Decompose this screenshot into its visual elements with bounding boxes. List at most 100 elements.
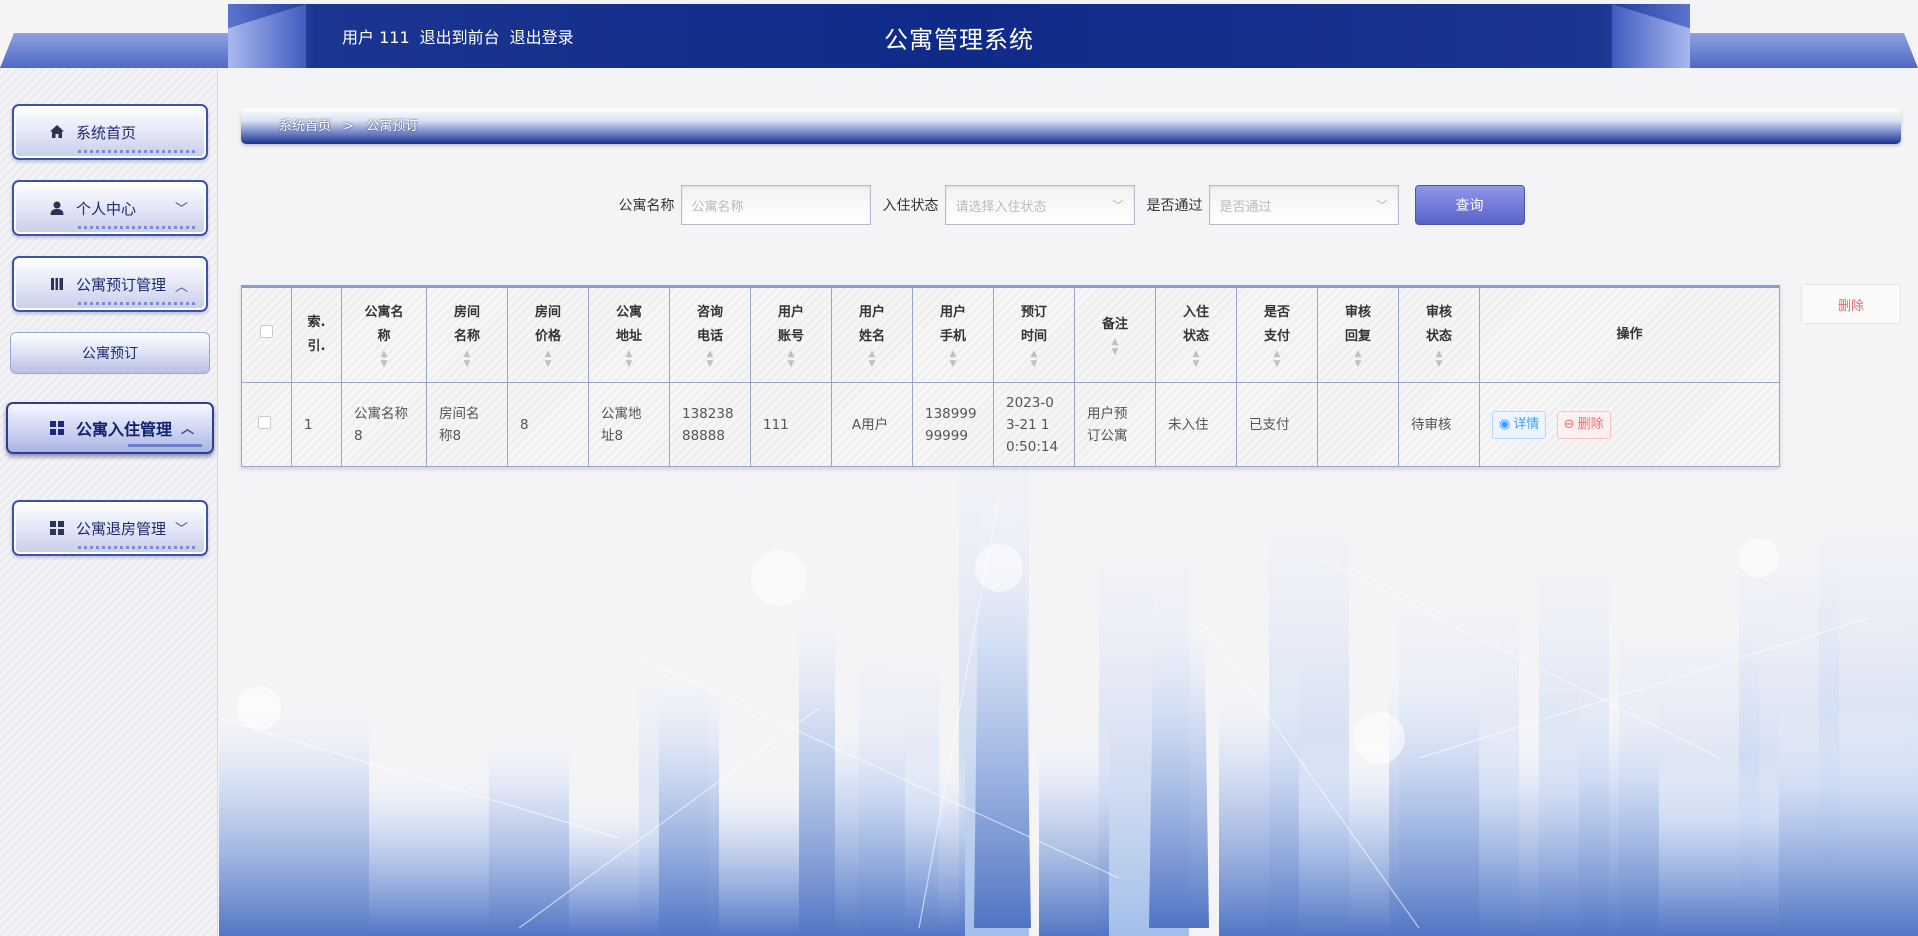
cell-line: 3-21 1 bbox=[1006, 416, 1050, 433]
column-header[interactable]: 用户 姓名 ▲ ▼ bbox=[831, 286, 913, 383]
sidebar-item-checkout-management[interactable]: 公寓退房管理 ﹀ bbox=[12, 500, 208, 556]
sort-icon[interactable]: ▲ ▼ bbox=[670, 349, 750, 369]
column-header[interactable]: 入住 状态 ▲ ▼ bbox=[1155, 286, 1237, 383]
approved-placeholder: 是否通过 bbox=[1219, 199, 1272, 215]
sort-icon[interactable]: ▲ ▼ bbox=[1237, 349, 1317, 369]
cell-apartment-name: 公寓名称 8 bbox=[341, 382, 427, 467]
column-header-line: 咨询 bbox=[696, 305, 723, 320]
column-header-line: 支付 bbox=[1263, 329, 1290, 344]
column-header[interactable]: 用户 手机 ▲ ▼ bbox=[912, 286, 994, 383]
system-title: 公寓管理系统 bbox=[884, 26, 1034, 54]
select-all-header bbox=[241, 286, 292, 383]
cell-line: 公寓名称 bbox=[354, 405, 408, 422]
cell-line: 房间名 bbox=[439, 405, 480, 422]
sort-icon[interactable]: ▲ ▼ bbox=[1075, 337, 1155, 357]
sidebar-subitem-booking[interactable]: 公寓预订 bbox=[10, 332, 210, 374]
checkin-status-select[interactable]: 请选择入住状态 ﹀ bbox=[944, 185, 1135, 225]
cell-account: 111 bbox=[750, 382, 832, 467]
sidebar-item-home[interactable]: 系统首页 bbox=[12, 104, 208, 160]
sort-icon[interactable]: ▲ ▼ bbox=[832, 349, 912, 369]
city-skyline-background bbox=[219, 468, 1918, 936]
column-header[interactable]: 是否 支付 ▲ ▼ bbox=[1236, 286, 1318, 383]
sort-icon[interactable]: ▲ ▼ bbox=[427, 349, 507, 369]
sort-icon[interactable]: ▲ ▼ bbox=[1318, 349, 1398, 369]
apartment-name-label: 公寓名称 bbox=[618, 198, 675, 214]
column-header[interactable]: 咨询 电话 ▲ ▼ bbox=[669, 286, 751, 383]
sort-icon[interactable]: ▲ ▼ bbox=[913, 349, 993, 369]
delete-button[interactable]: ⊖ 删除 bbox=[1556, 410, 1611, 439]
main-content: 系统首页 > 公寓预订 公寓名称 公寓名称 入住状态 请选择入住状态 ﹀ 是否通… bbox=[219, 68, 1918, 936]
sidebar-item-booking-management[interactable]: 公寓预订管理 ︿ bbox=[12, 256, 208, 312]
apartment-name-placeholder: 公寓名称 bbox=[691, 199, 744, 215]
cell-review-status: 待审核 bbox=[1398, 382, 1480, 467]
select-all-checkbox[interactable] bbox=[260, 325, 273, 338]
row-checkbox[interactable] bbox=[258, 415, 271, 429]
column-header-line: 索. bbox=[307, 315, 326, 330]
column-header-line: 审核 bbox=[1425, 305, 1452, 320]
cell-index: 1 bbox=[291, 382, 342, 467]
column-header[interactable]: 预订时间 ▲ ▼ bbox=[993, 286, 1075, 383]
bulk-delete-button[interactable]: 删除 bbox=[1801, 284, 1901, 324]
menu-decoration bbox=[78, 302, 196, 305]
grid-icon bbox=[48, 419, 66, 437]
sort-icon[interactable]: ▲ ▼ bbox=[1156, 349, 1236, 369]
menu-decoration bbox=[128, 444, 202, 447]
column-header-line: 入住 bbox=[1182, 305, 1209, 320]
column-header-line: 用户 bbox=[777, 305, 804, 320]
search-bar: 公寓名称 公寓名称 入住状态 请选择入住状态 ﹀ 是否通过 是否通过 ﹀ 查询 bbox=[219, 184, 1918, 226]
cell-remark: 用户预 订公寓 bbox=[1074, 382, 1156, 467]
cell-line: 公寓地 bbox=[601, 405, 642, 422]
cell-actions: ◉ 详情 ⊖ 删除 bbox=[1479, 382, 1780, 467]
cell-checkin-status: 未入住 bbox=[1155, 382, 1237, 467]
cell-line: 订公寓 bbox=[1087, 427, 1128, 444]
cell-line: 99999 bbox=[925, 427, 968, 444]
column-header[interactable]: 用户 账号 ▲ ▼ bbox=[750, 286, 832, 383]
chevron-down-icon: ﹀ bbox=[1376, 199, 1388, 212]
column-header-line: 预订 bbox=[1020, 305, 1047, 320]
column-header-line: 姓名 bbox=[858, 329, 885, 344]
sort-icon[interactable]: ▲ ▼ bbox=[589, 349, 669, 369]
column-header-line: 时间 bbox=[1020, 329, 1047, 344]
sidebar-item-label: 公寓退房管理 bbox=[76, 519, 167, 538]
sidebar-item-label: 公寓预订管理 bbox=[76, 275, 167, 294]
cell-booking-time: 2023-0 3-21 1 0:50:14 bbox=[993, 382, 1075, 467]
column-header[interactable]: 公寓 地址 ▲ ▼ bbox=[588, 286, 670, 383]
cell-line: 0:50:14 bbox=[1006, 438, 1059, 455]
eye-icon: ◉ bbox=[1499, 416, 1511, 432]
sidebar-item-label: 系统首页 bbox=[76, 123, 137, 142]
column-header: 操作 bbox=[1479, 286, 1780, 383]
checkin-status-label: 入住状态 bbox=[882, 198, 939, 214]
cell-room-name: 房间名 称8 bbox=[426, 382, 508, 467]
cell-room-price: 8 bbox=[507, 382, 589, 467]
sidebar-item-checkin-management[interactable]: 公寓入住管理 ︿ bbox=[6, 402, 214, 454]
cell-user-phone: 138999 99999 bbox=[912, 382, 994, 467]
column-header[interactable]: 审核状态 ▲ ▼ bbox=[1398, 286, 1480, 383]
sort-icon[interactable]: ▲ ▼ bbox=[994, 349, 1074, 369]
sidebar-item-profile[interactable]: 个人中心 ﹀ bbox=[12, 180, 208, 236]
table-header-row: 索. 引. 公寓名称 ▲ ▼ 房间 名称 ▲ ▼ 房间 价格 ▲ ▼ 公寓 地址 ▲ ▼ 咨询 电话 ▲ ▼ 用… bbox=[241, 286, 1780, 383]
column-header[interactable]: 房间 价格 ▲ ▼ bbox=[507, 286, 589, 383]
column-header[interactable]: 公寓名称 ▲ ▼ bbox=[341, 286, 427, 383]
column-header[interactable]: 房间 名称 ▲ ▼ bbox=[426, 286, 508, 383]
chevron-up-icon: ︿ bbox=[174, 280, 188, 295]
breadcrumb-home[interactable]: 系统首页 bbox=[279, 119, 331, 134]
sort-icon[interactable]: ▲ ▼ bbox=[751, 349, 831, 369]
top-header: 用户 111 退出到前台 退出登录 公寓管理系统 bbox=[0, 0, 1918, 68]
column-header-line: 状态 bbox=[1425, 329, 1452, 344]
sidebar-item-label: 个人中心 bbox=[76, 199, 137, 218]
column-header[interactable]: 审核 回复 ▲ ▼ bbox=[1317, 286, 1399, 383]
detail-button[interactable]: ◉ 详情 bbox=[1492, 410, 1547, 439]
sort-icon[interactable]: ▲ ▼ bbox=[1399, 349, 1479, 369]
column-header[interactable]: 备注 ▲ ▼ bbox=[1074, 286, 1156, 383]
cell-line: 138999 bbox=[925, 405, 977, 422]
apartment-name-input[interactable]: 公寓名称 bbox=[680, 185, 871, 225]
approved-select[interactable]: 是否通过 ﹀ bbox=[1208, 185, 1399, 225]
sort-icon[interactable]: ▲ ▼ bbox=[342, 349, 426, 369]
breadcrumb-current: 公寓预订 bbox=[366, 119, 419, 134]
cell-line: 称8 bbox=[439, 427, 462, 444]
query-button[interactable]: 查询 bbox=[1414, 185, 1525, 225]
chevron-down-icon: ﹀ bbox=[174, 522, 188, 537]
column-header-line: 房间 bbox=[453, 305, 480, 320]
sort-icon[interactable]: ▲ ▼ bbox=[508, 349, 588, 369]
home-icon bbox=[48, 123, 66, 141]
